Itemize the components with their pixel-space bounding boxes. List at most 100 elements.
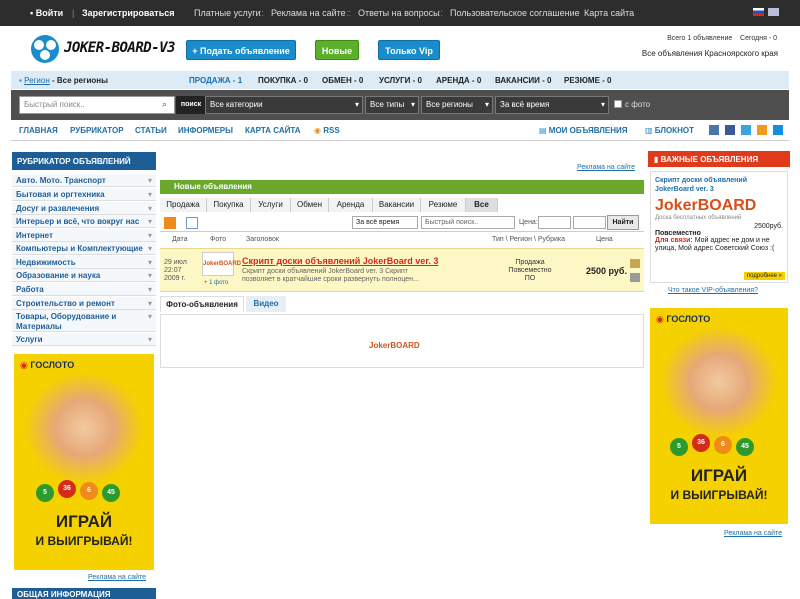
nav-rubricator[interactable]: РУБРИКАТОР [70,126,124,135]
add-listing-button[interactable]: + Подать объявление [186,40,296,60]
login-link[interactable]: ▪ Войти [30,8,63,18]
tab-vacancies[interactable]: Вакансии [373,198,421,212]
filter-time-select[interactable]: За всё время [352,216,418,229]
vip-more-link[interactable]: подробнее » [743,272,785,280]
topbar-link-paid[interactable]: Платные услуги [194,8,261,18]
find-button[interactable]: Найти [607,215,639,230]
nav-articles[interactable]: СТАТЬИ [135,126,167,135]
sidebar-item-education[interactable]: Образование и наука [12,269,156,282]
sidebar-item-services[interactable]: Услуги [12,333,156,346]
type-select[interactable]: Все типы [365,96,419,114]
region-select[interactable]: Все регионы [421,96,493,114]
region-bar: ▪ Регион - Все регионы ПРОДАЖА - 1 ПОКУП… [11,71,789,89]
price-to-input[interactable] [573,216,606,229]
mailru-icon[interactable] [773,125,783,135]
sidebar-item-construction[interactable]: Строительство и ремонт [12,297,156,310]
row-date: 29 июл 22:07 2009 г. [164,259,187,282]
nav-notepad[interactable]: ▥ БЛОКНОТ [645,126,694,135]
tab-video[interactable]: Видео [246,296,286,312]
sidebar-item-realty[interactable]: Недвижимость [12,256,156,269]
tab-rent[interactable]: Аренда [329,198,373,212]
nav-sitemap[interactable]: КАРТА САЙТА [245,126,301,135]
odnoklassniki-icon[interactable] [757,125,767,135]
facebook-icon[interactable] [725,125,735,135]
new-listings-button[interactable]: Новые [315,40,359,60]
vip-title[interactable]: Скрипт доски объявлений JokerBoard ver. … [655,176,783,194]
lotto-ball: 36 [692,434,710,452]
nav-informers[interactable]: ИНФОРМЕРЫ [178,126,233,135]
count-vacancies[interactable]: ВАКАНСИИ - 0 [495,76,551,85]
russian-flag-icon[interactable] [753,8,764,16]
tab-sale[interactable]: Продажа [160,198,207,212]
ad-banner-left[interactable]: ГОСЛОТО 5 36 6 45 ИГРАЙ И ВЫИГРЫВАЙ! [14,354,154,570]
row-title-link[interactable]: Скрипт доски объявлений JokerBoard ver. … [242,256,438,266]
vip-question-link[interactable]: Что такое VIP-объявления? [668,287,758,294]
nav-rss[interactable]: ◉ RSS [314,126,340,135]
topbar-link-ads[interactable]: Реклама на сайте [271,8,346,18]
tab-buy[interactable]: Покупка [207,198,251,212]
count-sale[interactable]: ПРОДАЖА - 1 [189,76,242,85]
row-type-region: Продажа Повсеместно ПО [508,259,552,282]
nav-my-ads[interactable]: ▤ МОИ ОБЪЯВЛЕНИЯ [539,126,628,135]
sidebar-item-jobs[interactable]: Работа [12,283,156,296]
vip-only-button[interactable]: Только Vip [378,40,440,60]
ad-banner-right[interactable]: ГОСЛОТО 5 36 6 45 ИГРАЙ И ВЫИГРЫВАЙ! [650,308,788,524]
count-exchange[interactable]: ОБМЕН - 0 [322,76,363,85]
search-input[interactable]: Быстрый поиск.. [19,96,175,114]
price-label: Цена: [519,219,538,226]
category-select[interactable]: Все категории [205,96,363,114]
notepad-add-icon[interactable] [630,259,640,268]
twitter-icon[interactable] [741,125,751,135]
col-photo: Фото [210,236,227,243]
list-view-icon[interactable] [164,217,176,229]
sidebar-item-leisure[interactable]: Досуг и развлечения [12,202,156,215]
count-resume[interactable]: РЕЗЮМЕ - 0 [564,76,612,85]
search-button[interactable]: поиск [176,96,206,114]
vk-icon[interactable] [709,125,719,135]
sidebar-item-goods[interactable]: Товары, Оборудование и Материалы [12,310,156,332]
sidebar-item-computers[interactable]: Компьютеры и Комплектующие [12,242,156,255]
vip-listing-card[interactable]: Скрипт доски объявлений JokerBoard ver. … [650,171,788,283]
row-thumbnail[interactable]: JokerBOARD [202,252,241,276]
tab-services[interactable]: Услуги [251,198,291,212]
tab-all[interactable]: Все [466,198,498,212]
tab-resume[interactable]: Резюме [421,198,466,212]
english-flag-icon[interactable] [768,8,779,16]
center-ad-link[interactable]: Реклама на сайте [577,164,635,171]
filter-search-input[interactable]: Быстрый поиск.. [421,216,515,229]
region-all-link[interactable]: Все объявления Красноярского края [642,49,778,58]
right-ad-link[interactable]: Реклама на сайте [724,530,782,537]
count-buy[interactable]: ПОКУПКА - 0 [258,76,308,85]
sidebar-item-auto[interactable]: Авто. Мото. Транспорт [12,174,156,187]
sidebar-item-appliances[interactable]: Бытовая и оргтехника [12,188,156,201]
grid-view-icon[interactable] [186,217,198,229]
tab-photo-ads[interactable]: Фото-объявления [160,296,244,312]
lotto-ball: 6 [714,436,732,454]
topbar-link-sitemap[interactable]: Карта сайта [584,8,634,18]
sidebar-ad-link[interactable]: Реклама на сайте [88,574,146,581]
logo-text[interactable]: JOKER-BOARD-V3 [64,40,176,56]
banner-win-text: И ВЫИГРЫВАЙ! [35,534,133,548]
row-photo-count[interactable]: + 1 фото [204,280,228,286]
price-from-input[interactable] [538,216,571,229]
vip-contact: Для связи: Мой адрес не дом и не улица, … [655,237,775,252]
photo-ad-thumbnail[interactable]: JokerBOARD [369,341,420,350]
count-services[interactable]: УСЛУГИ - 0 [379,76,422,85]
time-select[interactable]: За всё время [495,96,609,114]
tab-exchange[interactable]: Обмен [291,198,329,212]
info-title: ОБЩАЯ ИНФОРМАЦИЯ [12,588,156,599]
logo-icon[interactable] [28,34,62,64]
topbar-link-faq[interactable]: Ответы на вопросы [358,8,440,18]
nav-home[interactable]: ГЛАВНАЯ [19,126,58,135]
search-icon: ⌕ [162,99,168,109]
table-row[interactable]: 29 июл 22:07 2009 г. JokerBOARD + 1 фото С… [160,248,644,292]
lotto-ball: 36 [58,480,76,498]
print-icon[interactable] [630,273,640,282]
topbar-link-agreement[interactable]: Пользовательское соглашение [450,8,580,18]
register-link[interactable]: Зарегистрироваться [82,8,174,18]
region-selector[interactable]: ▪ Регион - Все регионы [19,76,108,85]
photo-checkbox[interactable] [614,100,622,108]
sidebar-item-interior[interactable]: Интерьер и всё, что вокруг нас [12,215,156,228]
count-rent[interactable]: АРЕНДА - 0 [436,76,481,85]
sidebar-item-internet[interactable]: Интернет [12,229,156,242]
